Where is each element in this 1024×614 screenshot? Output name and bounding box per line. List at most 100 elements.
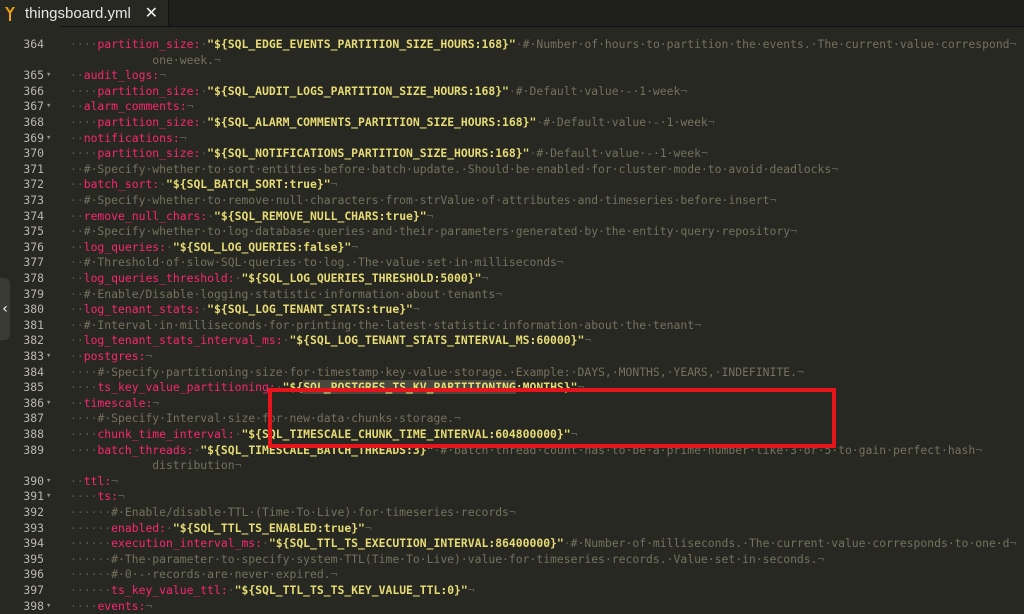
- app-logo-icon: [5, 6, 15, 21]
- code-line[interactable]: 364 ····partition_size:·"${SQL_EDGE_EVENT…: [0, 37, 1024, 53]
- line-number: 384: [23, 364, 44, 379]
- indent-whitespace: ····: [70, 146, 98, 161]
- fold-arrow-icon[interactable]: ▾: [46, 474, 58, 490]
- code-line[interactable]: 394 ······execution_interval_ms:·"${SQL_T…: [0, 536, 1024, 552]
- newline-marker: ¬: [1009, 536, 1017, 551]
- line-number: 383: [23, 349, 44, 363]
- code-text: ··#·Interval·in·milliseconds·for·printin…: [70, 318, 701, 334]
- code-line[interactable]: 374 ··remove_null_chars:·"${SQL_REMOVE_NU…: [0, 209, 1024, 225]
- line-number: 368: [23, 115, 44, 129]
- yaml-string: "${SQL_BATCH_SORT:true}": [166, 177, 331, 192]
- code-text: ··notifications:¬: [70, 131, 187, 147]
- yaml-key: notifications:: [83, 130, 180, 145]
- indent-whitespace: ··: [70, 239, 84, 254]
- code-line[interactable]: 369 ▾ ··notifications:¬: [0, 131, 1024, 147]
- code-line[interactable]: 383 ▾ ··postgres:¬: [0, 349, 1024, 365]
- indent-whitespace: ··: [70, 99, 84, 114]
- newline-marker: ¬: [556, 255, 564, 270]
- indent-whitespace: ··: [70, 286, 84, 301]
- tab-thingsboard-yml[interactable]: thingsboard.yml ✕: [0, 0, 169, 26]
- code-line[interactable]: one·week.¬: [0, 53, 1024, 69]
- code-text: ····partition_size:·"${SQL_EDGE_EVENTS_P…: [70, 37, 1017, 51]
- yaml-comment: #·0·-·records·are·never·expired.: [111, 567, 331, 582]
- newline-marker: ¬: [831, 161, 839, 176]
- tab-filename: thingsboard.yml: [25, 4, 131, 22]
- fold-arrow-icon[interactable]: ▾: [46, 599, 58, 614]
- line-number: 393: [23, 520, 44, 535]
- yaml-key: alarm_comments:: [83, 99, 187, 114]
- indent-whitespace: ··: [70, 395, 84, 410]
- code-editor[interactable]: 364 ····partition_size:·"${SQL_EDGE_EVENT…: [0, 26, 1024, 613]
- code-line[interactable]: 390 ▾ ··ttl:¬: [0, 474, 1024, 490]
- code-line[interactable]: 370 ····partition_size:·"${SQL_NOTIFICATI…: [0, 146, 1024, 162]
- code-line[interactable]: 376 ··log_queries:·"${SQL_LOG_QUERIES:fal…: [0, 240, 1024, 256]
- fold-arrow-icon[interactable]: ▾: [46, 349, 58, 365]
- code-line[interactable]: 384 ····#·Specify·partitioning·size·for·t…: [0, 365, 1024, 381]
- close-icon[interactable]: ✕: [145, 3, 158, 22]
- yaml-key: partition_size:: [97, 83, 201, 98]
- code-line[interactable]: distribution¬: [0, 458, 1024, 474]
- code-line[interactable]: 378 ··log_queries_threshold:·"${SQL_LOG_Q…: [0, 271, 1024, 287]
- indent-whitespace: ··: [70, 177, 84, 192]
- yaml-key: postgres:: [83, 349, 146, 363]
- yaml-string: "${SQL_LOG_TENANT_STATS_INTERVAL_MS:6000…: [289, 333, 585, 348]
- fold-arrow-icon[interactable]: ▾: [46, 68, 58, 84]
- code-line[interactable]: 377 ··#·Threshold·of·slow·SQL·queries·to·…: [0, 255, 1024, 271]
- newline-marker: ¬: [700, 146, 708, 161]
- indent-whitespace: ··: [70, 68, 84, 83]
- code-line[interactable]: 365 ▾ ··audit_logs:¬: [0, 68, 1024, 84]
- line-number: 392: [23, 505, 44, 519]
- code-line[interactable]: 380 ··log_tenant_stats:·"${SQL_LOG_TENANT…: [0, 302, 1024, 318]
- yaml-string: "${SQL_TTL_TS_EXECUTION_INTERVAL:8640000…: [268, 536, 564, 551]
- fold-arrow-icon[interactable]: ▾: [46, 131, 58, 147]
- indent-whitespace: ····: [70, 598, 98, 613]
- code-line[interactable]: 382 ··log_tenant_stats_interval_ms:·"${SQ…: [0, 333, 1024, 349]
- code-text: ··#·Specify·whether·to·log·database·quer…: [70, 224, 797, 240]
- code-text: ······ts_key_value_ttl:·"${SQL_TTL_TS_TS…: [70, 583, 475, 597]
- code-line[interactable]: 373 ··#·Specify·whether·to·remove·null·ch…: [0, 193, 1024, 209]
- yaml-comment: #·Threshold·of·slow·SQL·queries·to·log.·…: [83, 255, 557, 270]
- newline-marker: ¬: [145, 349, 153, 363]
- line-number: 394: [23, 536, 44, 551]
- code-line[interactable]: 398 ▾ ····events:¬: [0, 599, 1024, 614]
- yaml-comment: #·Specify·whether·to·sort·entities·befor…: [83, 161, 832, 176]
- code-text: ······#·0·-·records·are·never·expired.¬: [70, 567, 337, 583]
- yaml-comment: #·Interval·in·milliseconds·for·printing·…: [83, 317, 695, 332]
- code-line[interactable]: 381 ··#·Interval·in·milliseconds·for·prin…: [0, 318, 1024, 334]
- code-line[interactable]: 371 ··#·Specify·whether·to·sort·entities·…: [0, 162, 1024, 178]
- indent-whitespace: ······: [70, 505, 112, 519]
- fold-arrow-icon[interactable]: ▾: [46, 396, 58, 412]
- newline-marker: ¬: [769, 193, 777, 207]
- newline-marker: ¬: [694, 317, 701, 332]
- line-number: 395: [23, 551, 44, 566]
- code-line[interactable]: 368 ····partition_size:·"${SQL_ALARM_COMM…: [0, 115, 1024, 131]
- line-number: 370: [23, 146, 44, 161]
- newline-marker: ¬: [495, 286, 503, 301]
- code-line[interactable]: 367 ▾ ··alarm_comments:¬: [0, 99, 1024, 115]
- yaml-string: "${SQL_TTL_TS_TS_KEY_VALUE_TTL:0}": [234, 583, 468, 597]
- code-line[interactable]: 391 ▾ ····ts:¬: [0, 489, 1024, 505]
- code-line[interactable]: 397 ······ts_key_value_ttl:·"${SQL_TTL_TS…: [0, 583, 1024, 599]
- fold-arrow-icon[interactable]: ▾: [46, 99, 58, 115]
- code-line[interactable]: 392 ······#·Enable/disable·TTL·(Time·To·L…: [0, 505, 1024, 521]
- code-text: ··log_tenant_stats:·"${SQL_LOG_TENANT_ST…: [70, 302, 420, 317]
- code-line[interactable]: 379 ··#·Enable/Disable·logging·statistic·…: [0, 287, 1024, 303]
- collapse-handle[interactable]: ‹: [0, 278, 10, 340]
- indent-whitespace: ··: [70, 224, 84, 239]
- code-line[interactable]: 366 ····partition_size:·"${SQL_AUDIT_LOGS…: [0, 84, 1024, 100]
- indent-whitespace: ··: [70, 317, 84, 332]
- code-line[interactable]: 393 ······enabled:·"${SQL_TTL_TS_ENABLED:…: [0, 521, 1024, 537]
- newline-marker: ¬: [330, 567, 338, 582]
- line-number: 369: [23, 130, 44, 145]
- indent-whitespace: ··: [70, 333, 84, 348]
- code-text: ··#·Specify·whether·to·remove·null·chara…: [70, 193, 776, 209]
- indent-whitespace: ······: [70, 536, 112, 551]
- code-line[interactable]: 396 ······#·0·-·records·are·never·expired…: [0, 567, 1024, 583]
- code-line[interactable]: 395 ······#·The·parameter·to·specify·syst…: [0, 552, 1024, 568]
- newline-marker: ¬: [790, 224, 797, 239]
- yaml-comment: distribution: [70, 458, 235, 473]
- code-line[interactable]: 372 ··batch_sort:·"${SQL_BATCH_SORT:true}…: [0, 177, 1024, 193]
- fold-arrow-icon[interactable]: ▾: [46, 489, 58, 505]
- code-line[interactable]: 375 ··#·Specify·whether·to·log·database·q…: [0, 224, 1024, 240]
- indent-whitespace: ··: [70, 193, 84, 207]
